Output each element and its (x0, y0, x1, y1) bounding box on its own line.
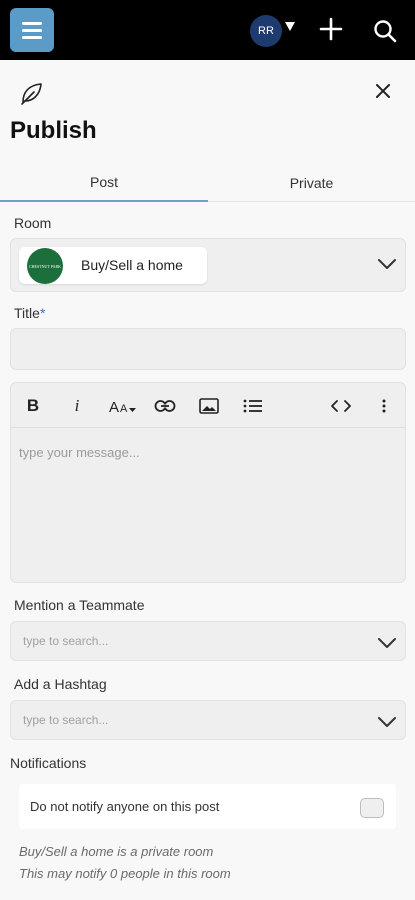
notify-toggle[interactable] (360, 798, 384, 818)
room-select[interactable]: CHESTNUT PARK Buy/Sell a home (10, 238, 406, 292)
leaf-icon (21, 83, 42, 105)
link-icon[interactable] (154, 395, 176, 417)
user-avatar[interactable]: RR (250, 15, 282, 47)
room-logo: CHESTNUT PARK (27, 248, 63, 284)
font-size-icon[interactable]: A A (109, 395, 139, 417)
chevron-down-icon[interactable] (377, 257, 397, 271)
room-chip[interactable]: CHESTNUT PARK Buy/Sell a home (19, 247, 207, 284)
notify-count-note: This may notify 0 people in this room (19, 866, 231, 881)
editor-toolbar: B i A A (11, 383, 405, 428)
more-options-icon[interactable] (379, 395, 389, 417)
message-editor[interactable]: B i A A type your message... (10, 382, 406, 583)
list-icon[interactable] (243, 395, 263, 417)
page-title: Publish (10, 117, 97, 144)
hamburger-icon (22, 21, 42, 25)
tab-private[interactable]: Private (208, 164, 415, 202)
chevron-down-icon[interactable] (377, 636, 397, 650)
close-icon[interactable] (375, 83, 391, 99)
menu-button[interactable] (10, 8, 54, 52)
hashtag-select[interactable]: type to search... (10, 700, 406, 740)
mention-select[interactable]: type to search... (10, 621, 406, 661)
chevron-down-icon[interactable] (377, 715, 397, 729)
notifications-label: Notifications (10, 755, 87, 771)
notify-option: Do not notify anyone on this post (19, 784, 396, 829)
room-name: Buy/Sell a home (81, 257, 183, 273)
notify-option-label: Do not notify anyone on this post (30, 799, 220, 814)
hashtag-label: Add a Hashtag (14, 676, 107, 692)
image-icon[interactable] (199, 395, 219, 417)
room-label: Room (14, 215, 52, 231)
required-mark: * (39, 305, 46, 321)
title-input[interactable] (10, 328, 406, 370)
message-placeholder: type your message... (19, 445, 140, 460)
code-icon[interactable] (330, 395, 352, 417)
mention-placeholder: type to search... (23, 634, 109, 648)
title-label: Title* (14, 305, 46, 321)
mention-label: Mention a Teammate (14, 597, 145, 613)
tab-bar: Post Private (0, 164, 415, 202)
search-icon[interactable] (372, 18, 398, 44)
hashtag-placeholder: type to search... (23, 713, 109, 727)
svg-text:A: A (120, 403, 128, 415)
bold-icon[interactable]: B (24, 395, 42, 417)
svg-text:A: A (109, 399, 119, 415)
room-privacy-note: Buy/Sell a home is a private room (19, 844, 214, 859)
tab-post[interactable]: Post (0, 164, 208, 202)
top-app-bar: RR (0, 0, 415, 60)
publish-panel: Publish Post Private Room CHESTNUT PARK … (0, 60, 415, 900)
italic-icon[interactable]: i (68, 395, 86, 417)
caret-down-icon[interactable] (284, 20, 296, 32)
plus-icon[interactable] (319, 17, 343, 41)
